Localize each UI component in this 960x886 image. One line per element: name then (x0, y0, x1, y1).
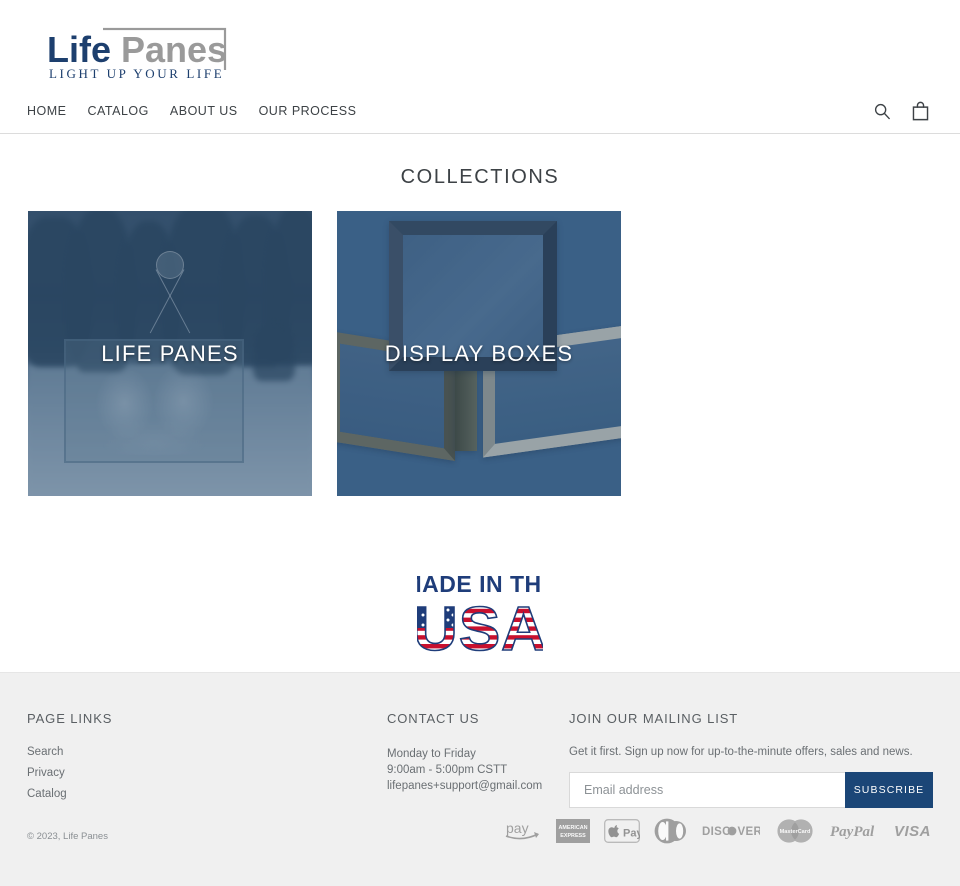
mastercard-icon: MasterCard (777, 819, 813, 843)
nav-links: HOME CATALOG ABOUT US OUR PROCESS (27, 104, 356, 118)
logo-artwork: Life Panes LIGHT UP YOUR LIFE (44, 26, 231, 84)
nav-link-our-process[interactable]: OUR PROCESS (259, 104, 357, 118)
footer-link-catalog[interactable]: Catalog (27, 788, 387, 800)
collection-label-life-panes: LIFE PANES (101, 340, 239, 366)
discover-icon: DISC VER (702, 826, 761, 838)
site-footer: PAGE LINKS Search Privacy Catalog CONTAC… (0, 672, 960, 886)
svg-text:VISA: VISA (894, 823, 931, 840)
collection-label-display-boxes: DISPLAY BOXES (384, 340, 574, 366)
contact-hours-days: Monday to Friday (387, 748, 476, 760)
footer-heading-page-links: PAGE LINKS (27, 711, 113, 726)
footer-column-page-links: PAGE LINKS Search Privacy Catalog (27, 711, 387, 809)
cart-icon[interactable] (911, 101, 930, 121)
svg-text:DISC: DISC (702, 826, 731, 838)
logo-text-life: Life (47, 29, 111, 70)
subscribe-button[interactable]: SUBSCRIBE (845, 772, 933, 808)
logo-tagline: LIGHT UP YOUR LIFE (49, 66, 224, 81)
svg-text:PayPal: PayPal (830, 824, 875, 840)
main-content: COLLECTIONS LIFE PANES DISPLAY BOXES ADE… (0, 166, 960, 662)
svg-text:MasterCard: MasterCard (780, 829, 811, 835)
svg-text:pay: pay (506, 820, 529, 836)
footer-link-search[interactable]: Search (27, 746, 387, 758)
copyright-text: © 2023, Life Panes (27, 831, 108, 842)
footer-columns: PAGE LINKS Search Privacy Catalog CONTAC… (0, 673, 960, 809)
svg-text:AMERICAN: AMERICAN (558, 825, 587, 831)
site-header: Life Panes LIGHT UP YOUR LIFE HOME CATAL… (0, 0, 960, 134)
contact-email[interactable]: lifepanes+support@gmail.com (387, 778, 569, 794)
logo-text-panes: Panes (121, 29, 227, 70)
paypal-icon: PayPal (830, 824, 875, 840)
footer-heading-contact: CONTACT US (387, 711, 480, 726)
nav-link-home[interactable]: HOME (27, 104, 67, 118)
mailing-list-description: Get it first. Sign up now for up-to-the-… (569, 746, 913, 758)
collections-grid: LIFE PANES DISPLAY BOXES (28, 211, 960, 496)
collection-card-display-boxes[interactable]: DISPLAY BOXES (337, 211, 621, 496)
diners-club-icon (654, 818, 686, 844)
svg-text:Pay: Pay (623, 827, 640, 839)
contact-hours-time: 9:00am - 5:00pm CSTT (387, 764, 508, 776)
made-in-usa-badge: USA MADE IN THE (417, 571, 543, 662)
nav-link-catalog[interactable]: CATALOG (88, 104, 149, 118)
main-navigation: HOME CATALOG ABOUT US OUR PROCESS (0, 101, 960, 134)
amazon-pay-icon: pay (505, 820, 539, 840)
footer-heading-mailing-list: JOIN OUR MAILING LIST (569, 711, 739, 726)
email-input[interactable] (569, 772, 845, 808)
usa-badge-line2: USA (417, 595, 543, 662)
svg-text:EXPRESS: EXPRESS (560, 833, 586, 839)
payment-methods: pay AMERICAN EXPRESS Pay DISC VER Master… (504, 818, 936, 844)
visa-icon: VISA (894, 823, 931, 840)
apple-pay-icon: Pay (604, 819, 640, 843)
svg-text:VER: VER (738, 826, 761, 838)
footer-link-privacy[interactable]: Privacy (27, 767, 387, 779)
american-express-icon: AMERICAN EXPRESS (556, 819, 590, 843)
usa-badge-line1: MADE IN THE (417, 571, 543, 597)
site-logo[interactable]: Life Panes LIGHT UP YOUR LIFE (27, 8, 252, 102)
footer-column-mailing-list: JOIN OUR MAILING LIST Get it first. Sign… (569, 711, 935, 809)
newsletter-form: SUBSCRIBE (569, 772, 933, 808)
nav-link-about-us[interactable]: ABOUT US (170, 104, 238, 118)
page-title: COLLECTIONS (400, 166, 560, 188)
header-actions (873, 101, 938, 121)
collection-card-life-panes[interactable]: LIFE PANES (28, 211, 312, 496)
search-icon[interactable] (873, 102, 891, 120)
footer-column-contact: CONTACT US Monday to Friday 9:00am - 5:0… (387, 711, 569, 809)
made-in-usa-section: USA MADE IN THE (0, 566, 960, 662)
